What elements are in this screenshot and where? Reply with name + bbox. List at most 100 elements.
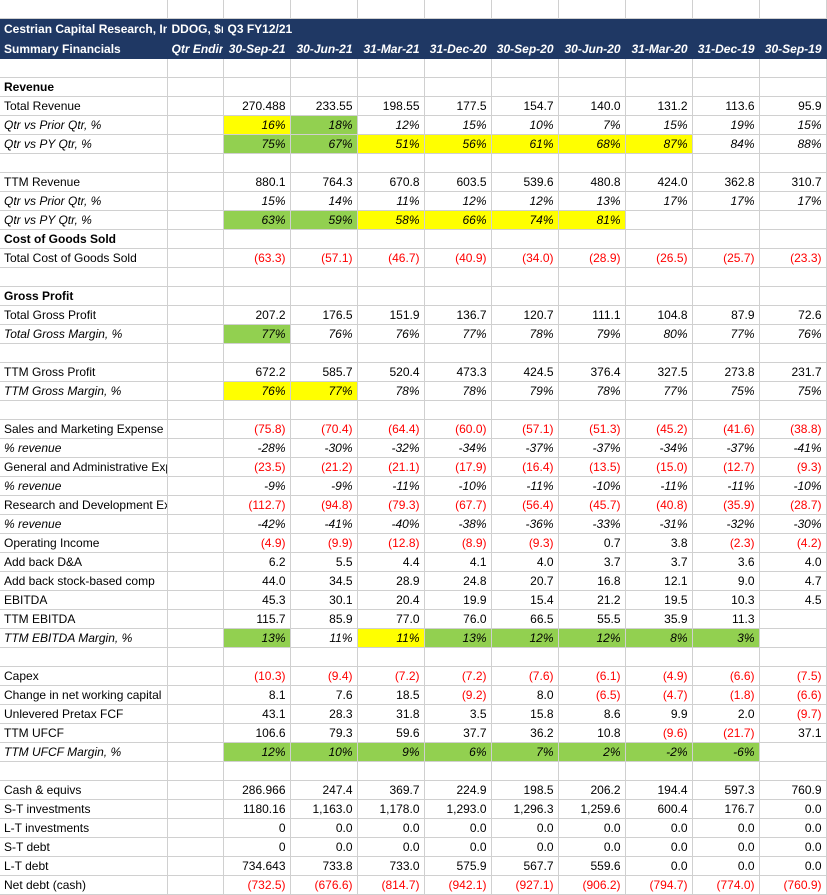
empty-cell bbox=[625, 0, 693, 19]
data-cell: -11% bbox=[692, 476, 760, 496]
data-cell: 0.0 bbox=[290, 837, 358, 857]
data-cell: 12% bbox=[223, 742, 291, 762]
data-cell: (51.3) bbox=[558, 419, 626, 439]
empty-cell bbox=[167, 666, 224, 686]
empty-cell bbox=[558, 761, 626, 781]
empty-cell bbox=[167, 476, 224, 496]
data-cell: 13% bbox=[424, 628, 492, 648]
data-cell: 15.8 bbox=[491, 704, 559, 724]
data-cell: 87.9 bbox=[692, 305, 760, 325]
row-label: Total Cost of Goods Sold bbox=[0, 248, 168, 268]
empty-cell bbox=[558, 400, 626, 420]
data-cell: 0.0 bbox=[759, 856, 827, 876]
empty-cell bbox=[424, 77, 492, 97]
data-cell: 17% bbox=[625, 191, 693, 211]
row-label: L-T debt bbox=[0, 856, 168, 876]
data-cell: 4.0 bbox=[759, 552, 827, 572]
data-cell: 286.966 bbox=[223, 780, 291, 800]
data-cell: (906.2) bbox=[558, 875, 626, 895]
data-cell: 15.4 bbox=[491, 590, 559, 610]
data-cell: -37% bbox=[491, 438, 559, 458]
spacer-row bbox=[0, 647, 827, 667]
row-label: Capex bbox=[0, 666, 168, 686]
data-cell bbox=[625, 210, 693, 230]
data-cell: 473.3 bbox=[424, 362, 492, 382]
empty-cell bbox=[290, 77, 358, 97]
data-cell: 154.7 bbox=[491, 96, 559, 116]
spacer-row bbox=[0, 267, 827, 287]
data-cell: 4.5 bbox=[759, 590, 827, 610]
data-cell: -10% bbox=[759, 476, 827, 496]
data-cell: 880.1 bbox=[223, 172, 291, 192]
data-cell: -33% bbox=[558, 514, 626, 534]
empty-cell bbox=[290, 400, 358, 420]
empty-cell bbox=[167, 96, 224, 116]
empty-cell bbox=[0, 267, 168, 287]
data-cell: 12% bbox=[424, 191, 492, 211]
row-label: TTM EBITDA bbox=[0, 609, 168, 629]
column-header-date: 30-Jun-21 bbox=[290, 38, 358, 59]
data-cell: 8.1 bbox=[223, 685, 291, 705]
data-cell: (64.4) bbox=[357, 419, 425, 439]
data-cell: 80% bbox=[625, 324, 693, 344]
data-cell: (9.9) bbox=[290, 533, 358, 553]
data-cell: 77% bbox=[625, 381, 693, 401]
data-cell: 95.9 bbox=[759, 96, 827, 116]
empty-cell bbox=[759, 58, 827, 78]
data-cell: 151.9 bbox=[357, 305, 425, 325]
data-cell: 4.4 bbox=[357, 552, 425, 572]
data-cell: 567.7 bbox=[491, 856, 559, 876]
empty-cell bbox=[167, 381, 224, 401]
empty-cell bbox=[759, 286, 827, 306]
data-cell: 87% bbox=[625, 134, 693, 154]
spreadsheet-canvas: Cestrian Capital Research, IncDDOG, $mQ3… bbox=[0, 0, 827, 895]
empty-cell bbox=[759, 229, 827, 249]
empty-cell bbox=[357, 343, 425, 363]
data-cell: (28.7) bbox=[759, 495, 827, 515]
data-cell: -10% bbox=[558, 476, 626, 496]
data-cell: 3% bbox=[692, 628, 760, 648]
data-cell: 194.4 bbox=[625, 780, 693, 800]
header-row-dates: Summary FinancialsQtr Ending30-Sep-2130-… bbox=[0, 38, 827, 59]
row-label: TTM UFCF Margin, % bbox=[0, 742, 168, 762]
empty-cell bbox=[290, 58, 358, 78]
table-row: Operating Income (4.9) (9.9) (12.8) (8.9) (9.… bbox=[0, 533, 827, 553]
data-cell: 1,178.0 bbox=[357, 799, 425, 819]
data-cell: -38% bbox=[424, 514, 492, 534]
empty-cell bbox=[167, 761, 224, 781]
data-cell: (94.8) bbox=[290, 495, 358, 515]
data-cell: (9.7) bbox=[759, 704, 827, 724]
table-row: Total Revenue 270.488 233.55 198.55 177.5 154… bbox=[0, 96, 827, 116]
data-cell: 362.8 bbox=[692, 172, 760, 192]
empty-cell bbox=[357, 0, 425, 19]
data-cell: 600.4 bbox=[625, 799, 693, 819]
data-cell: 76% bbox=[290, 324, 358, 344]
data-cell: 43.1 bbox=[223, 704, 291, 724]
empty-cell bbox=[558, 153, 626, 173]
data-cell: (4.2) bbox=[759, 533, 827, 553]
table-row: Qtr vs Prior Qtr, % 16% 18% 12% 15% 10% 7% 15% 1… bbox=[0, 115, 827, 135]
empty-cell bbox=[167, 134, 224, 154]
data-cell: 376.4 bbox=[558, 362, 626, 382]
empty-cell bbox=[0, 343, 168, 363]
empty-cell bbox=[167, 58, 224, 78]
table-body: Cestrian Capital Research, IncDDOG, $mQ3… bbox=[0, 0, 827, 895]
data-cell: 15% bbox=[424, 115, 492, 135]
data-cell: 19.5 bbox=[625, 590, 693, 610]
empty-cell bbox=[625, 153, 693, 173]
empty-cell bbox=[424, 0, 492, 19]
data-cell: 84% bbox=[692, 134, 760, 154]
data-cell bbox=[759, 210, 827, 230]
table-row: Qtr vs PY Qtr, % 63% 59% 58% 66% 74% 81% bbox=[0, 210, 827, 230]
table-row: Change in net working capital 8.1 7.6 18.5(… bbox=[0, 685, 827, 705]
empty-cell bbox=[223, 0, 291, 19]
column-header-date: 30-Sep-20 bbox=[491, 38, 559, 59]
empty-cell bbox=[167, 305, 224, 325]
data-cell: (774.0) bbox=[692, 875, 760, 895]
row-label: TTM EBITDA Margin, % bbox=[0, 628, 168, 648]
data-cell: (676.6) bbox=[290, 875, 358, 895]
empty-cell bbox=[167, 837, 224, 857]
empty-cell bbox=[167, 438, 224, 458]
data-cell: 327.5 bbox=[625, 362, 693, 382]
data-cell: 17% bbox=[759, 191, 827, 211]
